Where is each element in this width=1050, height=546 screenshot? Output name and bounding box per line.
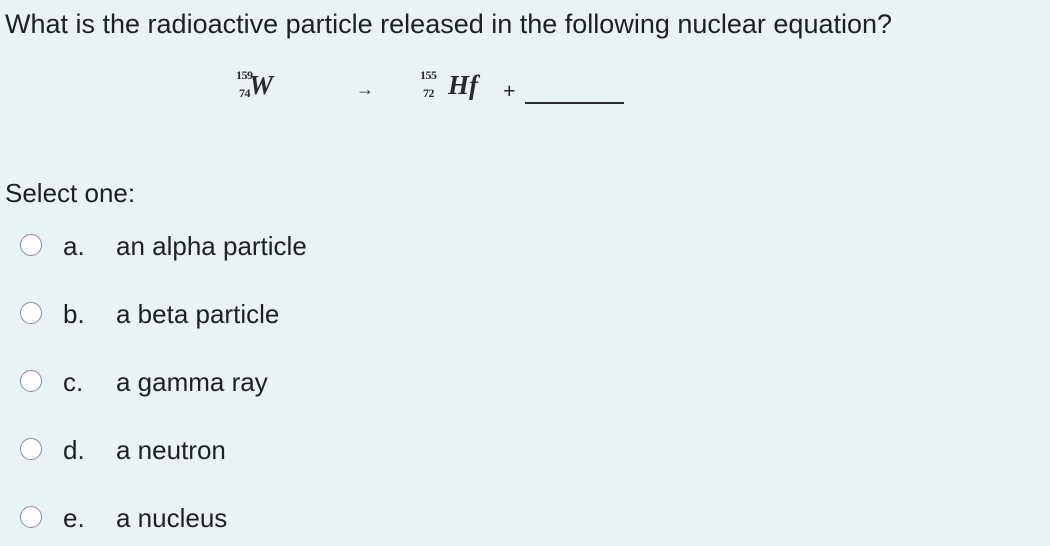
option-b[interactable]: b. a beta particle — [20, 297, 520, 331]
plus-sign: + — [503, 78, 516, 103]
reaction-arrow: → — [356, 79, 374, 99]
option-a-label[interactable]: an alpha particle — [116, 229, 307, 263]
select-one-prompt: Select one: — [5, 178, 136, 208]
answer-blank — [525, 102, 624, 104]
option-e-letter: e. — [63, 503, 85, 533]
option-b-letter: b. — [63, 299, 85, 329]
option-a-letter: a. — [63, 231, 85, 261]
option-c-letter: c. — [63, 367, 84, 397]
product-atomic-number: 72 — [423, 86, 435, 100]
radio-a[interactable] — [20, 234, 42, 256]
radio-b[interactable] — [20, 302, 42, 324]
option-a[interactable]: a. an alpha particle — [20, 229, 520, 263]
option-e-label[interactable]: a nucleus — [116, 501, 227, 535]
question-text: What is the radioactive particle release… — [5, 9, 893, 39]
option-d[interactable]: d. a neutron — [20, 433, 520, 467]
nuclear-equation-image: 159 74 W → 155 72 Hf + — [236, 64, 636, 120]
option-c-label[interactable]: a gamma ray — [116, 365, 268, 399]
product-symbol: Hf — [448, 70, 478, 100]
option-d-label[interactable]: a neutron — [116, 433, 226, 467]
option-c[interactable]: c. a gamma ray — [20, 365, 520, 399]
option-e[interactable]: e. a nucleus — [20, 501, 520, 535]
reactant-symbol: W — [249, 70, 274, 100]
option-d-letter: d. — [63, 435, 85, 465]
radio-e[interactable] — [20, 506, 42, 528]
product-mass-number: 155 — [420, 68, 437, 82]
option-b-label[interactable]: a beta particle — [116, 297, 279, 331]
radio-d[interactable] — [20, 438, 42, 460]
radio-c[interactable] — [20, 370, 42, 392]
